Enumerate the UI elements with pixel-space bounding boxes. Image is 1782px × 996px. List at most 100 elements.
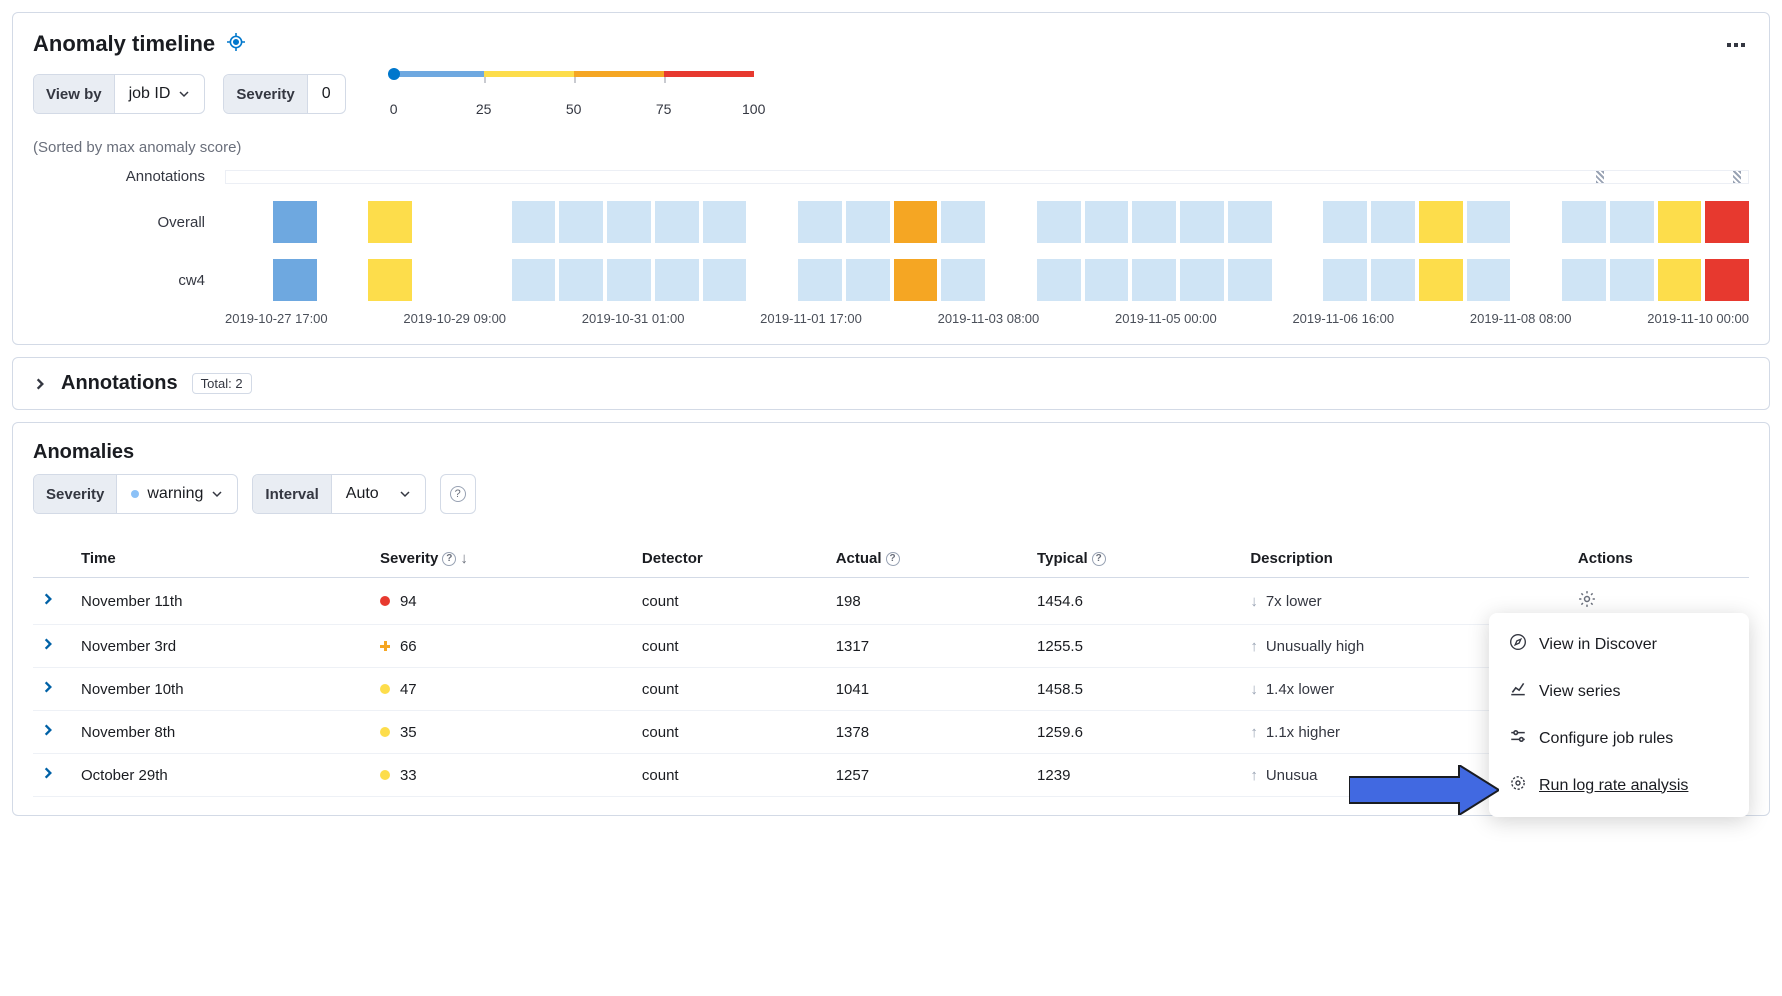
chevron-right-icon[interactable]	[41, 680, 55, 694]
swimlane-cell[interactable]	[1085, 259, 1129, 301]
swimlane-cell[interactable]	[655, 259, 699, 301]
swimlane-cell[interactable]	[273, 259, 317, 301]
swimlane-cell[interactable]	[464, 201, 508, 243]
swimlane-cell[interactable]	[1132, 201, 1176, 243]
col-description[interactable]: Description	[1242, 540, 1570, 578]
swimlane-cell[interactable]	[1514, 259, 1558, 301]
col-typical[interactable]: Typical ?	[1029, 540, 1242, 578]
popover-item[interactable]: View series	[1489, 668, 1749, 715]
swimlane-cell[interactable]	[846, 259, 890, 301]
anomalies-severity-select[interactable]: warning	[117, 475, 237, 513]
annotations-track[interactable]	[225, 170, 1749, 184]
swimlane-cell[interactable]	[1658, 201, 1702, 243]
swimlane-cell[interactable]	[941, 201, 985, 243]
swimlane-cell[interactable]	[1037, 259, 1081, 301]
swimlane-cell[interactable]	[1419, 259, 1463, 301]
view-by-select[interactable]: job ID	[115, 75, 205, 113]
severity-slider-handle[interactable]	[388, 68, 400, 80]
col-time[interactable]: Time	[73, 540, 372, 578]
timeline-title: Anomaly timeline	[33, 31, 215, 57]
swimlane-cell[interactable]	[1562, 259, 1606, 301]
chevron-right-icon[interactable]	[41, 592, 55, 606]
swimlane-cell[interactable]	[512, 259, 556, 301]
swimlane-cell[interactable]	[703, 259, 747, 301]
annotation-marker[interactable]	[1596, 171, 1604, 183]
swimlane-cell[interactable]	[1371, 201, 1415, 243]
swimlane-cell[interactable]	[368, 259, 412, 301]
col-detector[interactable]: Detector	[634, 540, 828, 578]
more-icon[interactable]	[1723, 31, 1749, 57]
popover-item[interactable]: View in Discover	[1489, 621, 1749, 668]
swimlane-cell[interactable]	[1514, 201, 1558, 243]
swimlane-cell[interactable]	[464, 259, 508, 301]
annotations-panel[interactable]: Annotations Total: 2	[12, 357, 1770, 410]
swimlane-cell[interactable]	[1037, 201, 1081, 243]
chevron-right-icon[interactable]	[41, 723, 55, 737]
swimlane-cell[interactable]	[1610, 259, 1654, 301]
swimlane-cell[interactable]	[1705, 201, 1749, 243]
swimlane-cell[interactable]	[655, 201, 699, 243]
swimlane-cell[interactable]	[559, 259, 603, 301]
swimlane-cell[interactable]	[368, 201, 412, 243]
cell-typical: 1259.6	[1029, 711, 1242, 754]
swimlane-cell[interactable]	[1323, 259, 1367, 301]
swimlane-cell[interactable]	[225, 201, 269, 243]
swimlane-cell[interactable]	[750, 259, 794, 301]
swimlane-cell[interactable]	[1132, 259, 1176, 301]
chevron-right-icon[interactable]	[41, 766, 55, 780]
severity-threshold-input[interactable]: 0	[308, 75, 345, 113]
swimlane-cell[interactable]	[225, 259, 269, 301]
swimlane-cell[interactable]	[1705, 259, 1749, 301]
swimlane-cell[interactable]	[1228, 259, 1272, 301]
chevron-right-icon[interactable]	[41, 637, 55, 651]
overall-track[interactable]	[225, 201, 1749, 243]
swimlane-cell[interactable]	[750, 201, 794, 243]
swimlane-cell[interactable]	[846, 201, 890, 243]
swimlane-cell[interactable]	[1658, 259, 1702, 301]
swimlane-cell[interactable]	[607, 201, 651, 243]
swimlane-cell[interactable]	[416, 259, 460, 301]
swimlane-cell[interactable]	[1467, 201, 1511, 243]
swimlane-cell[interactable]	[559, 201, 603, 243]
popover-item[interactable]: Run log rate analysis	[1489, 762, 1749, 809]
swimlane-cell[interactable]	[1228, 201, 1272, 243]
swimlane-cell[interactable]	[798, 259, 842, 301]
cell-time: November 3rd	[73, 625, 372, 668]
swimlane-cell[interactable]	[989, 201, 1033, 243]
swimlane-cell[interactable]	[1610, 201, 1654, 243]
swimlane-cell[interactable]	[512, 201, 556, 243]
x-axis-label: 2019-11-10 00:00	[1647, 311, 1749, 326]
severity-threshold-control: Severity 0	[223, 74, 345, 114]
popover-item-label: Configure job rules	[1539, 730, 1673, 748]
job-track[interactable]	[225, 259, 1749, 301]
col-actual[interactable]: Actual ?	[828, 540, 1029, 578]
swimlane-cell[interactable]	[894, 201, 938, 243]
swimlane-cell[interactable]	[1180, 201, 1224, 243]
swimlane-cell[interactable]	[1371, 259, 1415, 301]
interval-help-button[interactable]: ?	[440, 474, 476, 514]
col-severity[interactable]: Severity ? ↓	[372, 540, 634, 578]
swimlane-cell[interactable]	[607, 259, 651, 301]
swimlane-cell[interactable]	[1276, 201, 1320, 243]
swimlane-cell[interactable]	[1419, 201, 1463, 243]
swimlane-cell[interactable]	[1467, 259, 1511, 301]
swimlane-cell[interactable]	[1085, 201, 1129, 243]
swimlane-cell[interactable]	[273, 201, 317, 243]
swimlane-cell[interactable]	[941, 259, 985, 301]
swimlane-cell[interactable]	[703, 201, 747, 243]
popover-item[interactable]: Configure job rules	[1489, 715, 1749, 762]
anomalies-interval-select[interactable]: Auto	[332, 475, 425, 513]
swimlane-cell[interactable]	[989, 259, 1033, 301]
swimlane-cell[interactable]	[1562, 201, 1606, 243]
swimlane-cell[interactable]	[321, 259, 365, 301]
swimlane-cell[interactable]	[1323, 201, 1367, 243]
swimlane-cell[interactable]	[321, 201, 365, 243]
swimlane-cell[interactable]	[894, 259, 938, 301]
annotation-marker[interactable]	[1733, 171, 1741, 183]
swimlane-cell[interactable]	[1276, 259, 1320, 301]
swimlane-cell[interactable]	[1180, 259, 1224, 301]
severity-marker	[380, 596, 390, 606]
swimlane-cell[interactable]	[798, 201, 842, 243]
swimlane-cell[interactable]	[416, 201, 460, 243]
gear-icon[interactable]	[1578, 595, 1596, 612]
